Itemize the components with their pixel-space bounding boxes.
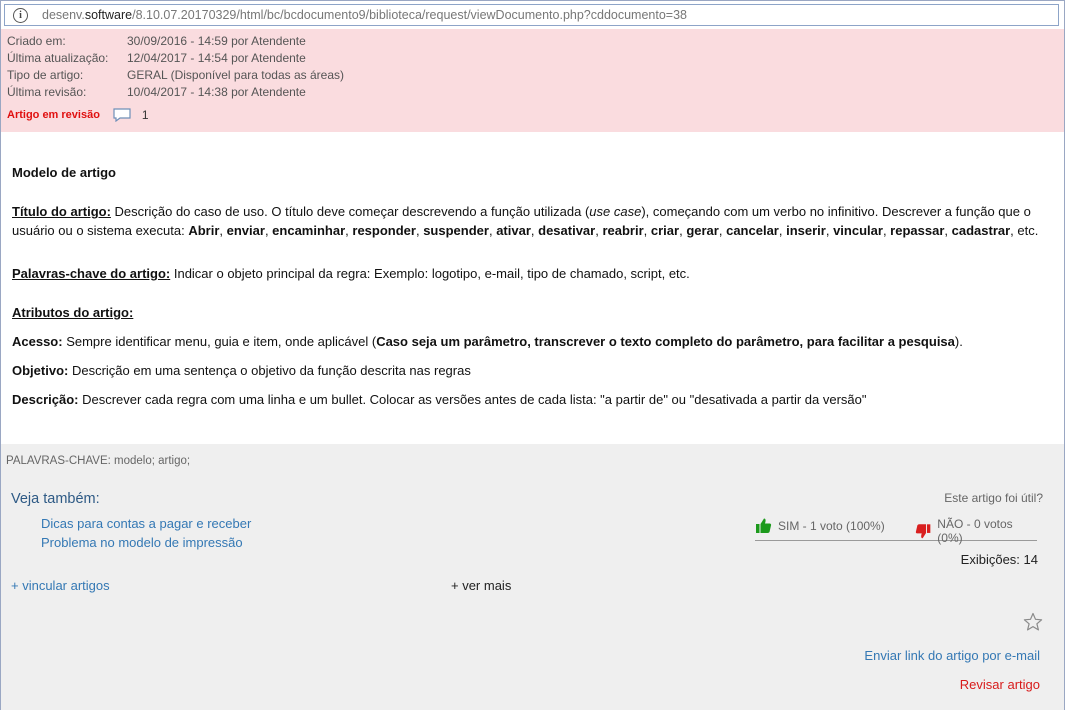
title-paragraph-line2: usuário ou o sistema executa: Abrir, env… [12,223,1039,238]
thumbs-up-icon [756,518,772,533]
vote-no-label: NÃO - 0 votos (0%) [937,517,1013,545]
meta-created: Criado em: 30/09/2016 - 14:59 por Atenden… [7,34,306,48]
objective-paragraph: Objetivo: Descrição em uma sentença o ob… [12,363,471,378]
article-metadata: Criado em: 30/09/2016 - 14:59 por Atenden… [1,29,1064,132]
vote-no-button[interactable]: NÃO - 0 votos (0%) [915,517,1037,545]
title-paragraph-line1: Título do artigo: Descrição do caso de u… [12,204,1031,219]
thumbs-down-icon [915,523,931,538]
see-more-button[interactable]: + ver mais [451,578,511,593]
meta-type: Tipo de artigo: GERAL (Disponível para to… [7,68,344,82]
comment-icon[interactable] [112,108,132,122]
review-article-link[interactable]: Revisar artigo [960,677,1040,692]
address-bar[interactable]: i desenv.software/8.10.07.20170329/html/… [4,4,1059,26]
email-article-link[interactable]: Enviar link do artigo por e-mail [864,648,1040,663]
helpful-question: Este artigo foi útil? [944,491,1043,505]
vote-yes-label: SIM - 1 voto (100%) [778,518,885,533]
star-icon[interactable] [1023,612,1043,632]
status-badge: Artigo em revisão [7,109,100,121]
vote-yes-button[interactable]: SIM - 1 voto (100%) [755,517,885,534]
attributes-heading: Atributos do artigo: [12,305,134,320]
link-articles-button[interactable]: + vincular artigos [11,578,110,593]
info-icon[interactable]: i [13,7,28,23]
article-heading: Modelo de artigo [12,165,116,180]
comment-count[interactable]: 1 [142,108,149,122]
url-text[interactable]: desenv.software/8.10.07.20170329/html/bc… [42,8,687,22]
article-footer: PALAVRAS-CHAVE: modelo; artigo; Veja tam… [1,444,1064,710]
meta-reviewed: Última revisão: 10/04/2017 - 14:38 por At… [7,85,306,99]
view-count: Exibições: 14 [960,552,1038,567]
description-paragraph: Descrição: Descrever cada regra com uma … [12,392,867,407]
related-article-link[interactable]: Dicas para contas a pagar e receber [41,516,251,531]
keywords-line: PALAVRAS-CHAVE: modelo; artigo; [6,455,191,467]
see-also-title: Veja também: [11,491,100,507]
meta-updated: Última atualização: 12/04/2017 - 14:54 po… [7,51,306,65]
access-paragraph: Acesso: Sempre identificar menu, guia e … [12,334,963,349]
keywords-paragraph: Palavras-chave do artigo: Indicar o obje… [12,266,690,281]
vote-bar: SIM - 1 voto (100%) NÃO - 0 votos (0%) [755,517,1037,545]
related-article-link[interactable]: Problema no modelo de impressão [41,535,243,550]
